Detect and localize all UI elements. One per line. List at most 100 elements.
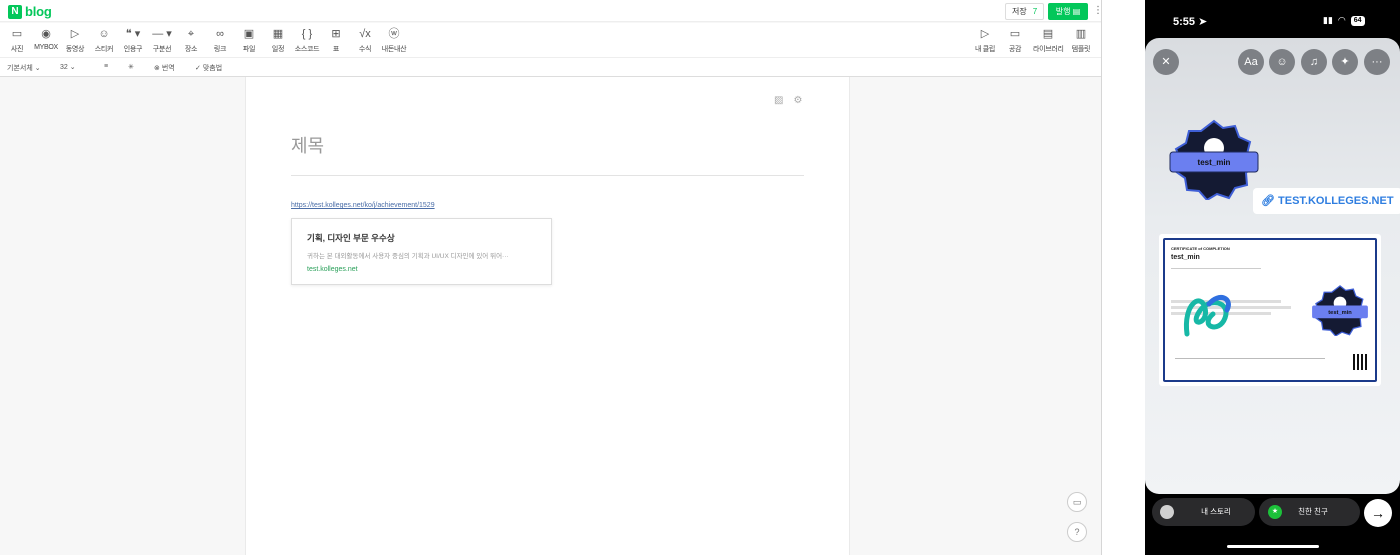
settings-icon[interactable]: ⚙	[793, 95, 802, 106]
help-button[interactable]: ?	[1067, 522, 1087, 542]
tool-clip[interactable]: ▷ 내 클립	[970, 27, 1000, 54]
badge-name: test_min	[1198, 158, 1231, 167]
tool-divider[interactable]: — ▾ 구분선	[147, 27, 177, 54]
cert-line	[1171, 268, 1261, 269]
sticker-icon[interactable]: ☺	[1269, 49, 1295, 75]
title-divider	[291, 175, 804, 176]
tool-schedule[interactable]: ▦ 일정	[263, 27, 293, 54]
cert-badge: test_min	[1312, 285, 1368, 336]
preview-monitor-icon[interactable]: ▭	[1067, 492, 1087, 512]
link-icon: ∞	[216, 28, 224, 40]
avatar	[1160, 505, 1174, 520]
formula-icon: √x	[359, 28, 371, 40]
tool-label: 템플릿	[1071, 46, 1091, 53]
tool-label: 일정	[271, 46, 285, 53]
tool-label: 공감	[1008, 46, 1022, 53]
tool-mybox[interactable]: ◉ MYBOX	[31, 27, 61, 51]
tool-video[interactable]: ▷ 동영상	[60, 27, 90, 54]
my-story-button[interactable]: 내 스토리	[1152, 498, 1255, 526]
doc-side-icons: ▨ ⚙	[774, 95, 802, 106]
divider-icon: — ▾	[152, 28, 172, 40]
link-preview-card[interactable]: 기획, 디자인 부문 우수상 귀하는 본 대외활동에서 사용자 중심의 기획과 …	[291, 218, 552, 285]
screen: N blog 저장 7 발행 ▤ ⋮ ▭ 사진 ◉ MYBOX ▷ 동영상 ☺ 스티커 …	[0, 0, 1400, 555]
tool-template[interactable]: ▥ 템플릿	[1066, 27, 1096, 54]
qr-code	[1353, 354, 1369, 370]
badge-sticker[interactable]: test_min	[1169, 118, 1259, 200]
tool-place[interactable]: ⌖ 장소	[176, 27, 206, 54]
home-indicator	[1227, 545, 1319, 548]
blog-editor: N blog 저장 7 발행 ▤ ⋮ ▭ 사진 ◉ MYBOX ▷ 동영상 ☺ 스티커 …	[0, 0, 1102, 555]
doodle-drawing	[1183, 294, 1231, 337]
font-size-value: 32	[60, 64, 68, 71]
tool-photo[interactable]: ▭ 사진	[2, 27, 32, 54]
image-icon[interactable]: ▨	[774, 95, 783, 106]
link-sticker[interactable]: 🔗︎ TEST.KOLLEGES.NET	[1253, 188, 1400, 214]
tool-review[interactable]: ⓦ 내돈내산	[379, 27, 409, 54]
tool-empathy[interactable]: ▭ 공감	[1000, 27, 1030, 54]
tool-label: 장소	[184, 46, 198, 53]
music-icon[interactable]: ♫	[1301, 49, 1327, 75]
tool-sticker[interactable]: ☺ 스티커	[89, 27, 119, 54]
library-icon: ▤	[1042, 28, 1054, 40]
spellcheck-button[interactable]: ✓ 맞춤법	[195, 63, 222, 73]
blog-logo[interactable]: N blog	[8, 4, 52, 19]
my-story-label: 내 스토리	[1201, 507, 1231, 516]
clip-icon: ▷	[980, 28, 990, 40]
tool-library[interactable]: ▤ 라이브러리	[1033, 27, 1064, 54]
table-icon: ⊞	[331, 28, 341, 40]
spacing-icon[interactable]: ✳	[128, 63, 134, 71]
tool-label: 구분선	[152, 46, 172, 53]
save-button[interactable]: 저장 7	[1005, 3, 1045, 20]
photo-icon: ▭	[11, 28, 23, 40]
more-icon[interactable]: ···	[1364, 49, 1390, 75]
translate-label: 번역	[161, 65, 175, 72]
certificate-image: CERTIFICATE of COMPLETION test_min test_…	[1159, 234, 1381, 386]
tool-link[interactable]: ∞ 링크	[205, 27, 235, 54]
cert-footer-line	[1175, 358, 1325, 359]
tool-label: 스티커	[94, 46, 114, 53]
tool-code[interactable]: { } 소스코드	[292, 27, 322, 54]
naver-n-icon: N	[8, 4, 22, 19]
document-canvas: ▨ ⚙ 제목 https://test.kolleges.net/ko/j/ac…	[245, 77, 850, 555]
font-value: 기본서체	[7, 65, 33, 72]
tool-formula[interactable]: √x 수식	[350, 27, 380, 54]
publish-button[interactable]: 발행 ▤	[1048, 3, 1088, 20]
location-arrow-icon: ➤	[1198, 16, 1208, 28]
status-bar: 5:55 ➤ ▮▮ ◠ 64	[1145, 0, 1400, 40]
tool-table[interactable]: ⊞ 표	[321, 27, 351, 54]
more-vertical-icon[interactable]: ⋮	[1093, 3, 1101, 19]
tool-file[interactable]: ▣ 파일	[234, 27, 264, 54]
tool-label: 링크	[213, 46, 227, 53]
tool-quote[interactable]: ❝ ▾ 인용구	[118, 27, 148, 54]
insert-toolbar: ▭ 사진 ◉ MYBOX ▷ 동영상 ☺ 스티커 ❝ ▾ 인용구 — ▾ 구분선 ⌖ 장소 ∞…	[0, 23, 1101, 58]
certificate-tag: CERTIFICATE of COMPLETION	[1171, 246, 1230, 251]
close-icon[interactable]: ✕	[1153, 49, 1179, 75]
tool-label: 표	[332, 46, 340, 53]
tool-label: 라이브러리	[1033, 46, 1064, 53]
cert-badge-name: test_min	[1328, 310, 1352, 316]
share-bar: 내 스토리 ★ 친한 친구 →	[1145, 496, 1400, 536]
tool-label: 인용구	[123, 46, 143, 53]
star-icon: ★	[1268, 505, 1282, 520]
translate-button[interactable]: ⊗ 번역	[154, 63, 175, 73]
close-friends-button[interactable]: ★ 친한 친구	[1259, 498, 1360, 526]
phone-screen: 5:55 ➤ ▮▮ ◠ 64 ✕ Aa ☺ ♫ ✦ ··· test_min 🔗…	[1145, 0, 1400, 555]
font-select[interactable]: 기본서체 ⌄	[7, 63, 41, 73]
close-friends-label: 친한 친구	[1298, 507, 1328, 516]
font-size-select[interactable]: 32 ⌄	[60, 63, 76, 71]
video-icon: ▷	[70, 28, 80, 40]
align-icon[interactable]: ≡	[104, 63, 108, 70]
text-aa-icon[interactable]: Aa	[1238, 49, 1264, 75]
empathy-icon: ▭	[1009, 28, 1021, 40]
place-icon: ⌖	[187, 28, 195, 40]
effects-sparkle-icon[interactable]: ✦	[1332, 49, 1358, 75]
url-link[interactable]: https://test.kolleges.net/ko/j/achieveme…	[291, 202, 435, 209]
wifi-icon: ◠	[1337, 15, 1346, 25]
schedule-icon: ▦	[272, 28, 284, 40]
preview-title: 기획, 디자인 부문 우수상	[307, 233, 395, 243]
send-arrow-button[interactable]: →	[1364, 499, 1392, 527]
clock: 5:55 ➤	[1173, 15, 1207, 28]
preview-domain: test.kolleges.net	[307, 266, 358, 273]
certificate-name: test_min	[1171, 254, 1200, 261]
title-field[interactable]: 제목	[291, 132, 324, 158]
